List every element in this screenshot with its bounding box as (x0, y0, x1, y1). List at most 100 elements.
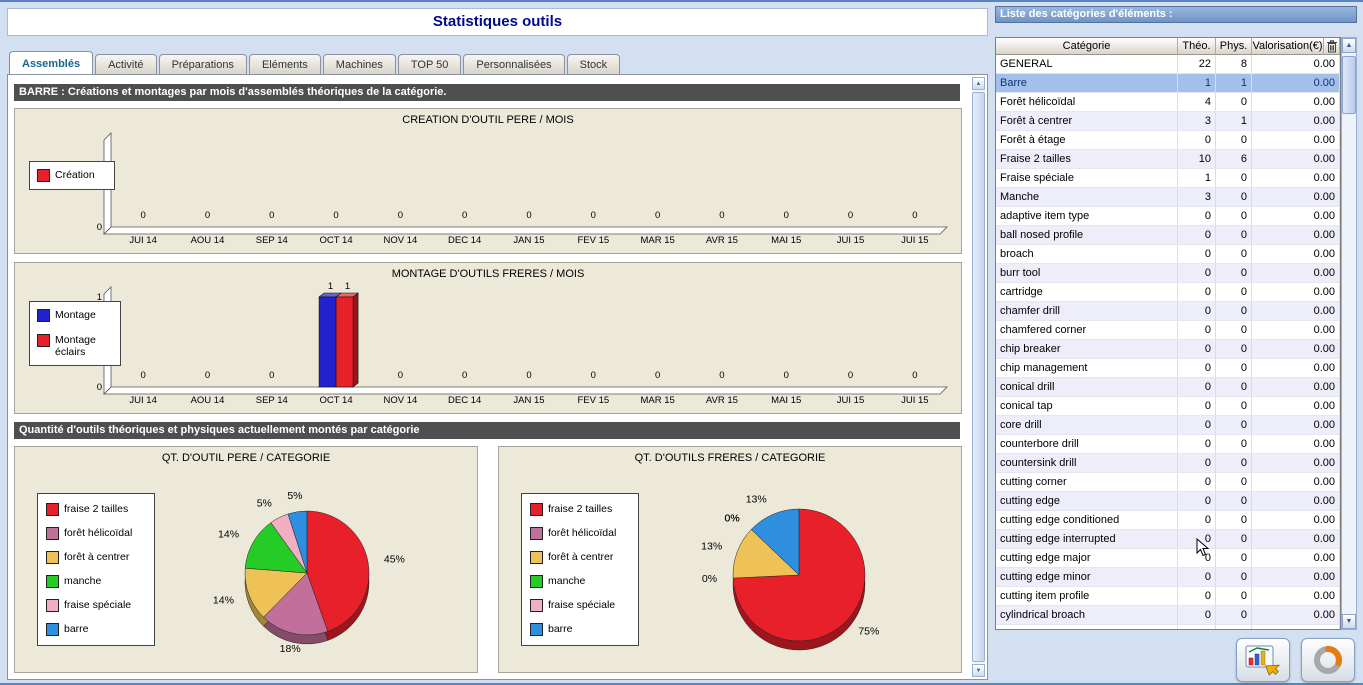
category-row[interactable]: conical drill000.00 (996, 378, 1340, 397)
category-row[interactable]: cutting corner000.00 (996, 473, 1340, 492)
category-row[interactable]: adaptive item type000.00 (996, 207, 1340, 226)
category-row[interactable]: cylindrical drill000.00 (996, 625, 1340, 630)
scroll-down-icon[interactable]: ▼ (972, 664, 985, 677)
category-name: cutting edge minor (996, 568, 1178, 587)
category-row[interactable]: Fraise 2 tailles1060.00 (996, 150, 1340, 169)
tab-assembl-s[interactable]: Assemblés (9, 51, 93, 74)
category-row[interactable]: cartridge000.00 (996, 283, 1340, 302)
valorisation-value: 0.00 (1252, 378, 1340, 397)
category-name: cartridge (996, 283, 1178, 302)
scroll-down-icon[interactable]: ▼ (1342, 614, 1356, 629)
category-row[interactable]: chamfered corner000.00 (996, 321, 1340, 340)
theo-value: 0 (1178, 568, 1216, 587)
category-row[interactable]: chip management000.00 (996, 359, 1340, 378)
app-logo-button[interactable] (1301, 638, 1355, 682)
svg-text:JUI 14: JUI 14 (129, 235, 156, 246)
table-scrollbar-thumb[interactable] (1342, 56, 1356, 114)
category-row[interactable]: burr tool000.00 (996, 264, 1340, 283)
column-header-valorisation[interactable]: Valorisation(€) (1252, 38, 1324, 55)
category-row[interactable]: cutting edge conditioned000.00 (996, 511, 1340, 530)
category-name: broach (996, 245, 1178, 264)
tab-activit-[interactable]: Activité (95, 54, 156, 74)
scroll-up-icon[interactable]: ▲ (972, 77, 985, 90)
legend-label: fraise 2 tailles (548, 503, 612, 515)
svg-text:45%: 45% (384, 554, 405, 566)
chart-title: QT. D'OUTIL PERE / CATEGORIE (15, 452, 477, 464)
tab-personnalis-es[interactable]: Personnalisées (463, 54, 564, 74)
table-scrollbar[interactable]: ▲ ▼ (1341, 37, 1357, 630)
tab-machines[interactable]: Machines (323, 54, 396, 74)
category-row[interactable]: Forêt à étage000.00 (996, 131, 1340, 150)
category-row[interactable]: cylindrical broach000.00 (996, 606, 1340, 625)
column-header-phys[interactable]: Phys. (1216, 38, 1252, 55)
tab-stock[interactable]: Stock (567, 54, 621, 74)
tab-panel-assembles: BARRE : Créations et montages par mois d… (7, 74, 988, 680)
legend-swatch-icon (37, 334, 50, 347)
legend-swatch-icon (530, 503, 543, 516)
theo-value: 3 (1178, 188, 1216, 207)
category-name: chip management (996, 359, 1178, 378)
svg-text:0%: 0% (724, 512, 739, 524)
svg-text:MAR 15: MAR 15 (640, 235, 674, 246)
tab-top-50[interactable]: TOP 50 (398, 54, 462, 74)
phys-value: 0 (1216, 625, 1252, 630)
svg-text:NOV 14: NOV 14 (383, 235, 417, 246)
svg-text:DEC 14: DEC 14 (448, 395, 481, 406)
category-name: Forêt hélicoïdal (996, 93, 1178, 112)
column-header-categorie[interactable]: Catégorie (996, 38, 1178, 55)
theo-value: 0 (1178, 131, 1216, 150)
content-scrollbar-thumb[interactable] (972, 92, 985, 662)
phys-value: 0 (1216, 492, 1252, 511)
category-row[interactable]: ball nosed profile000.00 (996, 226, 1340, 245)
category-row[interactable]: Barre110.00 (996, 74, 1340, 93)
category-row[interactable]: Forêt hélicoïdal400.00 (996, 93, 1340, 112)
category-row[interactable]: chip breaker000.00 (996, 340, 1340, 359)
content-scrollbar[interactable]: ▲ ▼ (972, 77, 985, 677)
legend-label: forêt à centrer (548, 551, 613, 563)
category-row[interactable]: cutting item profile000.00 (996, 587, 1340, 606)
category-row[interactable]: broach000.00 (996, 245, 1340, 264)
chart-montage-outils-freres: MONTAGE D'OUTILS FRERES / MOIS MontageMo… (14, 262, 962, 414)
phys-value: 0 (1216, 245, 1252, 264)
svg-text:13%: 13% (701, 540, 722, 552)
category-row[interactable]: counterbore drill000.00 (996, 435, 1340, 454)
svg-text:0: 0 (912, 210, 917, 221)
category-row[interactable]: countersink drill000.00 (996, 454, 1340, 473)
legend-label: fraise 2 tailles (64, 503, 128, 515)
chart-title: CREATION D'OUTIL PERE / MOIS (15, 114, 961, 126)
category-row[interactable]: chamfer drill000.00 (996, 302, 1340, 321)
category-row[interactable]: conical tap000.00 (996, 397, 1340, 416)
svg-text:AOU 14: AOU 14 (191, 235, 225, 246)
category-row[interactable]: cutting edge000.00 (996, 492, 1340, 511)
category-row[interactable]: cutting edge interrupted000.00 (996, 530, 1340, 549)
category-row[interactable]: Fraise spéciale100.00 (996, 169, 1340, 188)
category-row[interactable]: core drill000.00 (996, 416, 1340, 435)
legend-item: manche (46, 575, 146, 588)
legend-item: Création (37, 169, 107, 182)
statistics-report-button[interactable] (1236, 638, 1290, 682)
category-row[interactable]: Manche300.00 (996, 188, 1340, 207)
ring-logo-icon (1310, 642, 1346, 678)
category-name: countersink drill (996, 454, 1178, 473)
legend-label: Création (55, 169, 95, 181)
svg-text:AVR 15: AVR 15 (706, 395, 738, 406)
phys-value: 0 (1216, 416, 1252, 435)
chart-legend: fraise 2 taillesforêt hélicoïdalforêt à … (37, 493, 155, 646)
svg-text:MAI 15: MAI 15 (771, 235, 801, 246)
category-row[interactable]: cutting edge major000.00 (996, 549, 1340, 568)
svg-text:FEV 15: FEV 15 (577, 395, 609, 406)
valorisation-value: 0.00 (1252, 188, 1340, 207)
legend-swatch-icon (530, 527, 543, 540)
svg-text:JUI 15: JUI 15 (901, 235, 928, 246)
scroll-up-icon[interactable]: ▲ (1342, 38, 1356, 53)
category-row[interactable]: Forêt à centrer310.00 (996, 112, 1340, 131)
legend-swatch-icon (46, 623, 59, 636)
delete-category-icon[interactable] (1324, 38, 1340, 55)
legend-item: manche (530, 575, 630, 588)
tab-pr-parations[interactable]: Préparations (159, 54, 247, 74)
category-row[interactable]: GENERAL2280.00 (996, 55, 1340, 74)
category-row[interactable]: cutting edge minor000.00 (996, 568, 1340, 587)
tab-el-ments[interactable]: Eléments (249, 54, 321, 74)
column-header-theo[interactable]: Théo. (1178, 38, 1216, 55)
chart-creation-outil-pere: CREATION D'OUTIL PERE / MOIS Création 0 J… (14, 108, 962, 254)
